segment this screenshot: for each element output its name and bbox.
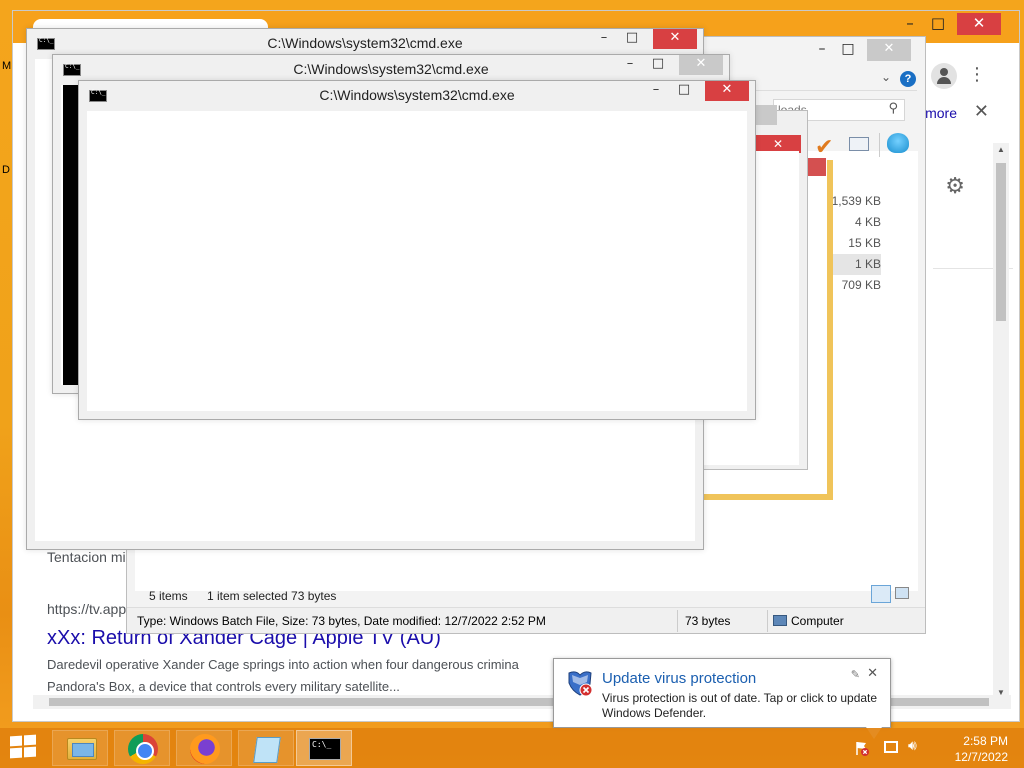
minimize-button[interactable]: – [617,55,643,75]
network-icon[interactable] [884,741,898,753]
maximize-button[interactable]: □ [671,81,697,101]
desktop-edge-label: D [2,164,10,176]
scroll-thumb[interactable] [996,163,1006,321]
cmd-window-active[interactable]: C:\Windows\system32\cmd.exe – □ ✕ [78,80,756,420]
chevron-down-icon[interactable]: ⌄ [881,70,891,84]
taskbar-notepad[interactable] [238,730,294,766]
windows-logo-icon [10,735,22,747]
system-tray: 🔊︎ 2:58 PM 12/7/2022 [854,728,1024,768]
snippet-text: Tentacion mig [47,549,134,565]
windows-logo-icon [10,747,22,759]
file-size: 709 KB [841,278,881,292]
windows-logo-icon [24,734,36,746]
pin-icon[interactable]: ✎ [851,668,860,681]
action-center-flag-icon[interactable] [854,740,870,756]
divider [879,133,880,157]
window-controls: – □ ✕ [593,55,723,75]
result-description: Daredevil operative Xander Cage springs … [47,657,519,672]
firefox-icon [190,734,220,764]
computer-icon [773,615,787,626]
close-icon[interactable]: ✕ [867,666,878,681]
details-location: Computer [791,614,844,628]
details-size: 73 bytes [685,614,731,628]
divider [767,610,768,632]
file-size-selected[interactable]: 1 KB [831,254,881,275]
window-controls: – □ ✕ [567,29,697,49]
console-area[interactable] [87,111,747,411]
details-bar: Type: Windows Batch File, Size: 73 bytes… [127,607,925,633]
details-view-button[interactable] [871,585,891,603]
large-icons-view-button[interactable] [895,587,909,599]
notepad-icon [253,737,281,763]
divider [677,610,678,632]
notification-title[interactable]: Update virus protection [602,670,756,687]
close-button[interactable]: ✕ [957,13,1001,35]
close-button[interactable]: ✕ [867,39,911,61]
taskbar-command-prompt[interactable] [296,730,352,766]
menu-kebab-icon[interactable]: ⋮ [967,63,987,89]
profile-avatar-icon[interactable] [931,63,957,89]
status-item-count: 5 items [149,589,188,603]
folder-icon [67,738,97,760]
gear-icon[interactable]: ⚙ [945,174,965,199]
clock[interactable]: 2:58 PM 12/7/2022 [955,733,1008,765]
file-size: 15 KB [848,236,881,250]
file-size: 1,539 KB [831,194,881,208]
explorer-window-controls: – □ ✕ [805,39,917,61]
console-black-strip [63,85,79,385]
search-icon: ⚲ [888,101,898,116]
status-selection: 1 item selected 73 bytes [207,589,337,603]
close-button[interactable]: ✕ [679,55,723,75]
view-toggle [871,585,913,605]
taskbar-firefox[interactable] [176,730,232,766]
browser-profile-area: ⋮ [931,63,991,91]
maximize-button[interactable]: □ [831,39,865,61]
shell-icon[interactable] [887,133,909,153]
file-size: 4 KB [854,215,881,229]
result-description-2: Pandora's Box, a device that controls ev… [47,679,400,694]
clock-time: 2:58 PM [963,734,1008,748]
maximize-button[interactable]: □ [645,55,671,75]
taskbar-chrome[interactable] [114,730,170,766]
details-type: Type: Windows Batch File, Size: 73 bytes… [137,614,546,628]
close-button[interactable]: ✕ [705,81,749,101]
taskbar: 🔊︎ 2:58 PM 12/7/2022 [0,728,1024,768]
clock-date: 12/7/2022 [954,750,1008,764]
minimize-button[interactable]: – [643,81,669,101]
maximize-button[interactable]: □ [619,29,645,49]
checkmark-icon[interactable]: ✔ [815,135,833,160]
volume-icon[interactable]: 🔊︎ [908,738,917,754]
windows-logo-icon [24,746,36,758]
chrome-icon [128,734,158,764]
taskbar-file-explorer[interactable] [52,730,108,766]
vertical-scrollbar[interactable]: ▲ ▼ [993,143,1009,699]
window-frame-accent [808,158,826,176]
window-control[interactable] [753,105,777,125]
file-size-column: 1,539 KB 4 KB 15 KB 1 KB 709 KB [831,191,881,296]
cmd-icon [309,738,341,760]
ribbon-bar [747,67,917,91]
desktop-edge-label: M [2,60,12,72]
defender-warning-icon [568,671,593,697]
mail-icon[interactable] [849,137,869,151]
more-link[interactable]: more [925,105,957,121]
scroll-up-icon[interactable]: ▲ [997,145,1005,154]
result-url[interactable]: https://tv.appl [47,601,129,617]
notification-balloon[interactable]: Update virus protection Virus protection… [553,658,891,739]
minimize-button[interactable]: – [591,29,617,49]
notification-body[interactable]: Virus protection is out of date. Tap or … [602,691,886,721]
start-button[interactable] [10,734,38,760]
maximize-button[interactable]: □ [921,13,955,35]
close-icon[interactable]: ✕ [974,101,989,122]
browser-window-controls: – □ ✕ [893,13,1013,35]
close-button[interactable]: ✕ [653,29,697,49]
window-controls: – □ ✕ [619,81,749,101]
help-icon[interactable]: ? [900,71,916,87]
